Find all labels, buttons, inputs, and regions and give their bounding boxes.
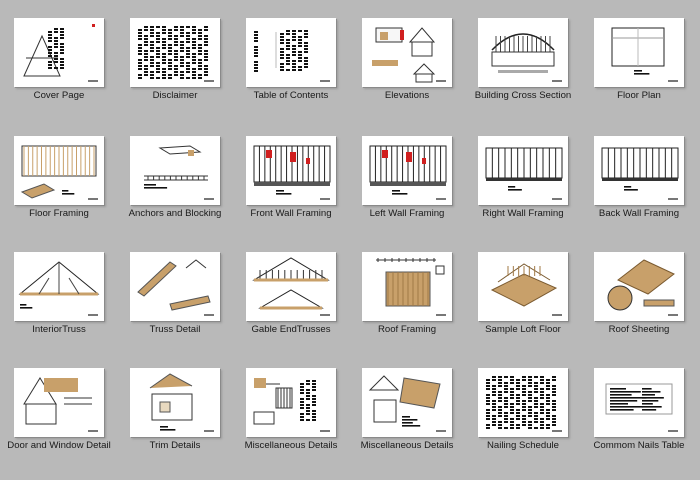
page-thumbnail-image[interactable] [246, 136, 336, 205]
page-thumbnail-image[interactable] [14, 368, 104, 437]
page-thumbnail-image[interactable] [130, 18, 220, 87]
page-thumbnail-label[interactable]: Floor Plan [573, 90, 700, 101]
page-thumbnail-item[interactable]: Anchors and Blocking [117, 136, 233, 248]
page-thumbnail-item[interactable]: Front Wall Framing [233, 136, 349, 248]
page-thumbnail-item[interactable]: Elevations [349, 18, 465, 130]
page-thumbnail-label[interactable]: Trim Details [109, 440, 241, 451]
page-thumbnail-label[interactable]: Door and Window Detail [0, 440, 125, 451]
page-thumbnail-image[interactable] [246, 252, 336, 321]
page-thumbnail-item[interactable]: Door and Window Detail [1, 368, 117, 480]
page-thumbnail-image[interactable] [130, 252, 220, 321]
page-thumbnail-image[interactable] [478, 252, 568, 321]
page-thumbnail-label[interactable]: Roof Framing [341, 324, 473, 335]
page-thumbnail-label[interactable]: InteriorTruss [0, 324, 125, 335]
page-thumbnail-item[interactable]: Trim Details [117, 368, 233, 480]
page-thumbnail-item[interactable]: Building Cross Section [465, 18, 581, 130]
page-thumbnail-label[interactable]: Elevations [341, 90, 473, 101]
page-thumbnail-image[interactable] [130, 368, 220, 437]
page-thumbnail-label[interactable]: Right Wall Framing [457, 208, 589, 219]
page-thumbnail-label[interactable]: Miscellaneous Details [225, 440, 357, 451]
page-thumbnail-image[interactable] [478, 368, 568, 437]
page-thumbnail-item[interactable]: Commom Nails Table [581, 368, 697, 480]
page-thumbnail-label[interactable]: Roof Sheeting [573, 324, 700, 335]
page-thumbnail-label[interactable]: Disclaimer [109, 90, 241, 101]
page-thumbnail-item[interactable]: Roof Sheeting [581, 252, 697, 364]
page-thumbnail-image[interactable] [594, 252, 684, 321]
page-thumbnail-item[interactable]: Floor Plan [581, 18, 697, 130]
page-thumbnail-item[interactable]: Miscellaneous Details [233, 368, 349, 480]
page-thumbnail-item[interactable]: Roof Framing [349, 252, 465, 364]
page-thumbnail-item[interactable]: InteriorTruss [1, 252, 117, 364]
page-thumbnail-label[interactable]: Front Wall Framing [225, 208, 357, 219]
page-thumbnail-label[interactable]: Building Cross Section [457, 90, 589, 101]
page-thumbnail-item[interactable]: Left Wall Framing [349, 136, 465, 248]
page-thumbnail-image[interactable] [478, 136, 568, 205]
page-thumbnail-image[interactable] [594, 368, 684, 437]
page-thumbnail-image[interactable] [362, 18, 452, 87]
page-thumbnail-label[interactable]: Truss Detail [109, 324, 241, 335]
page-thumbnail-item[interactable]: Back Wall Framing [581, 136, 697, 248]
page-thumbnail-label[interactable]: Floor Framing [0, 208, 125, 219]
page-thumbnail-image[interactable] [362, 136, 452, 205]
page-thumbnail-image[interactable] [246, 368, 336, 437]
thumbnail-grid: Cover Page Disclaimer Table of Contents Ele… [0, 0, 700, 458]
page-thumbnail-item[interactable]: Table of Contents [233, 18, 349, 130]
page-thumbnail-image[interactable] [14, 136, 104, 205]
page-thumbnail-label[interactable]: Cover Page [0, 90, 125, 101]
page-thumbnail-item[interactable]: Truss Detail [117, 252, 233, 364]
page-thumbnail-label[interactable]: Table of Contents [225, 90, 357, 101]
page-thumbnail-label[interactable]: Commom Nails Table [573, 440, 700, 451]
page-thumbnail-label[interactable]: Nailing Schedule [457, 440, 589, 451]
page-thumbnail-label[interactable]: Miscellaneous Details [341, 440, 473, 451]
page-thumbnail-image[interactable] [246, 18, 336, 87]
page-thumbnail-image[interactable] [594, 18, 684, 87]
page-thumbnail-image[interactable] [14, 252, 104, 321]
page-thumbnail-image[interactable] [362, 252, 452, 321]
page-thumbnail-image[interactable] [478, 18, 568, 87]
page-thumbnail-item[interactable]: Right Wall Framing [465, 136, 581, 248]
page-thumbnail-item[interactable]: Disclaimer [117, 18, 233, 130]
page-thumbnail-label[interactable]: Gable EndTrusses [225, 324, 357, 335]
page-thumbnail-label[interactable]: Back Wall Framing [573, 208, 700, 219]
page-thumbnail-item[interactable]: Floor Framing [1, 136, 117, 248]
page-thumbnail-image[interactable] [362, 368, 452, 437]
page-thumbnail-image[interactable] [130, 136, 220, 205]
page-thumbnail-item[interactable]: Cover Page [1, 18, 117, 130]
page-thumbnail-item[interactable]: Gable EndTrusses [233, 252, 349, 364]
page-thumbnail-item[interactable]: Nailing Schedule [465, 368, 581, 480]
page-thumbnail-label[interactable]: Left Wall Framing [341, 208, 473, 219]
page-thumbnail-label[interactable]: Sample Loft Floor [457, 324, 589, 335]
page-thumbnail-image[interactable] [594, 136, 684, 205]
page-thumbnail-item[interactable]: Sample Loft Floor [465, 252, 581, 364]
page-thumbnail-label[interactable]: Anchors and Blocking [109, 208, 241, 219]
page-thumbnail-image[interactable] [14, 18, 104, 87]
page-thumbnail-item[interactable]: Miscellaneous Details [349, 368, 465, 480]
